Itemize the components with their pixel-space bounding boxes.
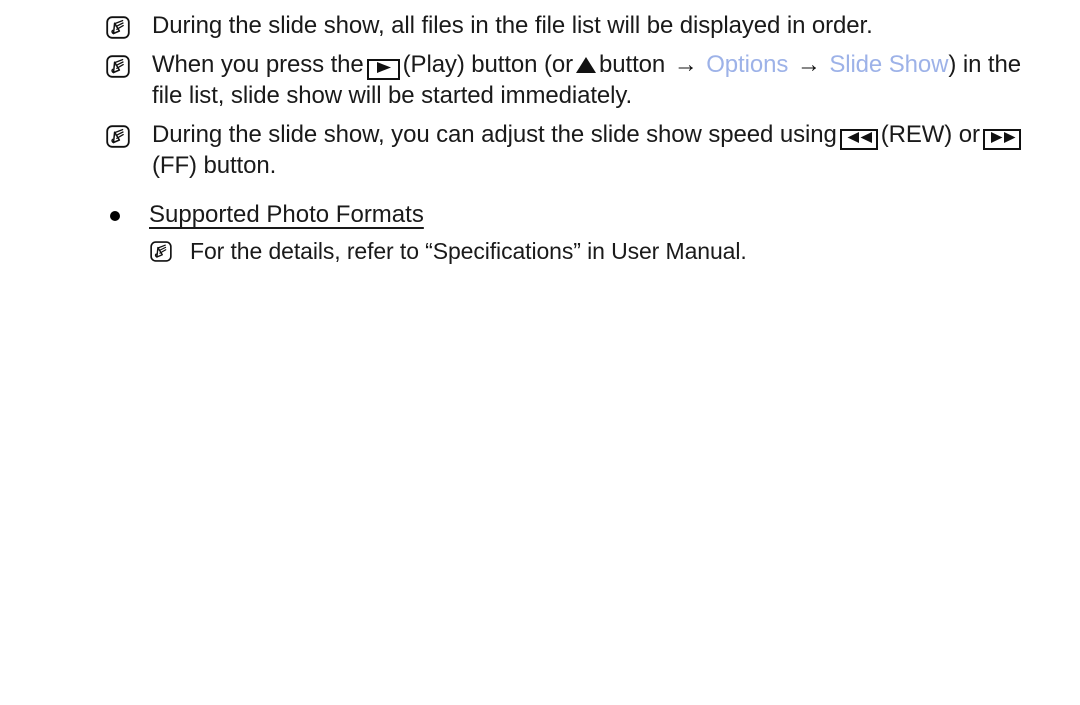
menu-show-label: Show (888, 51, 949, 78)
arrow-icon: → (673, 51, 698, 78)
section-note-item: For the details, refer to “Specification… (0, 236, 1080, 266)
arrow-icon: → (796, 51, 821, 78)
note-pencil-icon (106, 125, 130, 148)
menu-slide-label: Slide (829, 51, 883, 78)
manual-page: During the slide show, all files in the … (0, 0, 1080, 705)
note-pencil-icon (106, 16, 130, 39)
note-item: When you press the (Play) button (or butto… (0, 49, 1080, 111)
play-button-icon (366, 59, 400, 81)
note-text-part: During the slide show, you can adjust th… (152, 121, 837, 149)
note-text-part: button (599, 51, 666, 78)
note-pencil-icon (106, 55, 130, 78)
fast-forward-button-icon (982, 129, 1021, 151)
menu-options-label: Options (706, 51, 789, 78)
note-text-part: When you press the (152, 51, 364, 78)
note-text-part: (REW) or (880, 121, 980, 149)
up-arrow-button-icon (576, 57, 597, 73)
note-item: During the slide show, you can adjust th… (0, 119, 1080, 181)
section-note-text: For the details, refer to “Specification… (190, 238, 747, 265)
note-pencil-icon (150, 241, 172, 263)
note-item: During the slide show, all files in the … (0, 10, 1080, 41)
note-text-part: (Play) button (or (402, 51, 574, 78)
bullet-dot-icon (110, 211, 120, 222)
section-heading-row: Supported Photo Formats (0, 199, 1080, 230)
note-text: When you press the (Play) button (or butto… (152, 49, 1032, 111)
note-text: During the slide show, you can adjust th… (152, 119, 1032, 181)
note-text: During the slide show, all files in the … (152, 12, 873, 39)
rewind-button-icon (839, 129, 878, 151)
note-text-part: (FF) button. (152, 152, 277, 180)
section-title: Supported Photo Formats (149, 201, 424, 229)
